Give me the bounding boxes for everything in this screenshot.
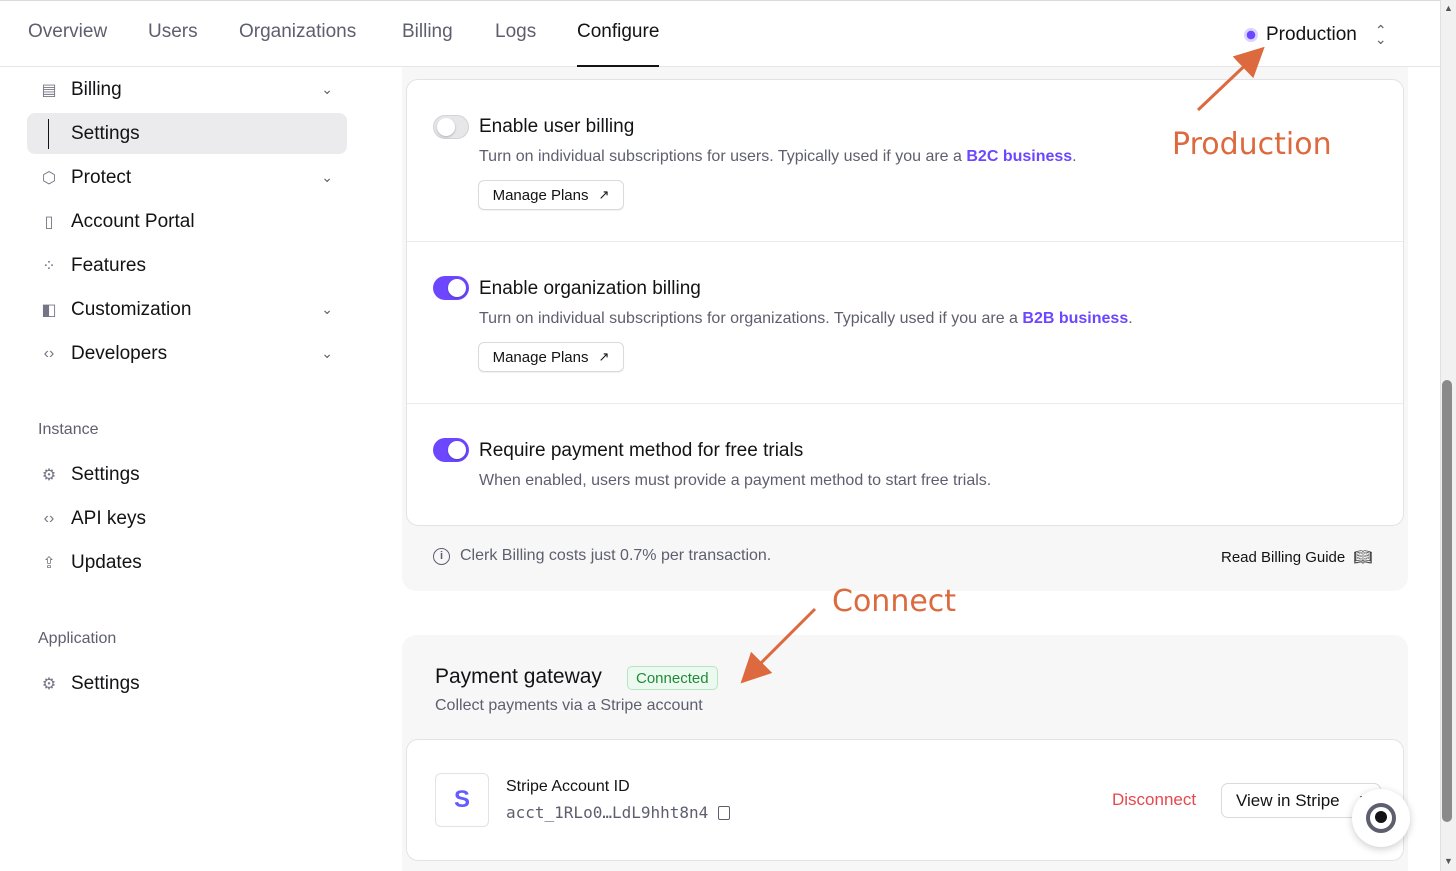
tab-billing[interactable]: Billing [402, 21, 453, 67]
instance-heading: Instance [38, 421, 99, 438]
read-billing-guide-link[interactable]: Read Billing Guide 📖︎ [1221, 548, 1373, 567]
sidebar-item-label: Updates [71, 551, 142, 573]
upload-icon: ⇪ [42, 554, 56, 572]
manage-plans-organization-button[interactable]: Manage Plans ↗ [478, 342, 624, 372]
disconnect-button[interactable]: Disconnect [1112, 790, 1196, 810]
stripe-account-label: Stripe Account ID [506, 778, 630, 795]
connect-annotation: Connect [832, 584, 957, 619]
organization-billing-row: Enable organization billing Turn on indi… [407, 242, 1403, 404]
palette-icon: ◧ [41, 301, 57, 319]
status-badge: Connected [627, 666, 718, 690]
b2c-business-link[interactable]: B2C business [966, 148, 1072, 165]
sidebar-item-label: Features [71, 254, 146, 276]
environment-dot-icon [1244, 28, 1258, 42]
chevron-up-down-icon: ⌃ ⌄ [1374, 22, 1387, 47]
user-billing-description: Turn on individual subscriptions for use… [479, 148, 1077, 165]
sidebar-item-label: API keys [71, 507, 146, 529]
sidebar-item-label: Settings [71, 672, 140, 694]
chevron-down-icon: ⌄ [321, 81, 333, 97]
manage-plans-user-button[interactable]: Manage Plans ↗ [478, 180, 624, 210]
code-icon: ‹› [43, 509, 55, 527]
application-heading: Application [38, 630, 117, 647]
stripe-logo-icon: S [435, 773, 489, 827]
shield-icon: ⬡ [42, 169, 56, 187]
sidebar-item-account-portal[interactable]: ▯ Account Portal [27, 201, 347, 242]
billing-icon: ▤ [41, 81, 57, 99]
tab-overview[interactable]: Overview [28, 21, 107, 67]
free-trial-payment-toggle[interactable] [433, 438, 469, 462]
top-navigation: Overview Users Organizations Billing Log… [0, 0, 1440, 67]
sidebar-item-instance-settings[interactable]: ⚙ Settings [27, 454, 347, 495]
clerk-logo-icon [1366, 803, 1396, 833]
book-icon: 📖︎ [1353, 549, 1373, 566]
sidebar-item-customization[interactable]: ◧ Customization ⌄ [27, 289, 347, 330]
selection-indicator [48, 118, 49, 149]
chevron-down-icon: ⌄ [321, 345, 333, 361]
external-link-icon: ↗ [598, 187, 610, 202]
sidebar-item-billing[interactable]: ▤ Billing ⌄ [27, 69, 347, 110]
sidebar-item-label: Billing [71, 78, 122, 100]
copy-icon[interactable] [718, 805, 731, 820]
free-trial-payment-title: Require payment method for free trials [479, 440, 804, 461]
chevron-down-icon: ⌄ [321, 301, 333, 317]
user-billing-title: Enable user billing [479, 116, 635, 137]
chevron-down-icon: ⌄ [321, 169, 333, 185]
organization-billing-toggle[interactable] [433, 276, 469, 300]
user-billing-toggle[interactable] [433, 115, 469, 139]
production-annotation: Production [1172, 127, 1332, 162]
sidebar-item-label: Customization [71, 298, 192, 320]
tab-logs[interactable]: Logs [495, 21, 536, 67]
payment-gateway-subtitle: Collect payments via a Stripe account [435, 697, 703, 714]
sidebar-item-updates[interactable]: ⇪ Updates [27, 542, 347, 583]
info-icon: i [433, 547, 450, 565]
billing-cost-note: i Clerk Billing costs just 0.7% per tran… [433, 547, 771, 565]
sidebar-item-api-keys[interactable]: ‹› API keys [27, 498, 347, 539]
sidebar-item-label: Protect [71, 166, 132, 188]
organization-billing-description: Turn on individual subscriptions for org… [479, 310, 1133, 327]
free-trial-payment-description: When enabled, users must provide a payme… [479, 472, 992, 489]
environment-label: Production [1266, 24, 1357, 45]
door-icon: ▯ [44, 213, 54, 231]
gear-icon: ⚙ [41, 466, 57, 484]
sidebar-item-label: Settings [71, 463, 140, 485]
help-widget-button[interactable] [1352, 789, 1410, 847]
scroll-down-arrow-icon[interactable]: ▼ [1444, 856, 1453, 866]
scrollbar-thumb[interactable] [1442, 380, 1452, 822]
payment-gateway-title: Payment gateway [435, 665, 602, 688]
b2b-business-link[interactable]: B2B business [1022, 310, 1128, 327]
scroll-up-arrow-icon[interactable]: ▲ [1444, 3, 1453, 13]
stripe-account-id: acct_1RLo0…LdL9hht8n4 [506, 803, 731, 822]
organization-billing-title: Enable organization billing [479, 278, 701, 299]
sidebar-item-label: Developers [71, 342, 168, 364]
tab-users[interactable]: Users [148, 21, 198, 67]
tab-configure[interactable]: Configure [577, 21, 660, 67]
sidebar-item-application-settings[interactable]: ⚙ Settings [27, 663, 347, 704]
environment-switcher[interactable]: Production ⌃ ⌄ [1244, 21, 1387, 49]
sidebar-item-label: Settings [71, 122, 140, 144]
sidebar-item-label: Account Portal [71, 210, 195, 232]
free-trial-payment-row: Require payment method for free trials W… [407, 404, 1403, 526]
sidebar-item-protect[interactable]: ⬡ Protect ⌄ [27, 157, 347, 198]
sidebar-item-features[interactable]: ⁘ Features [27, 245, 347, 286]
grid-icon: ⁘ [42, 257, 56, 275]
gear-icon: ⚙ [41, 675, 57, 693]
code-icon: ‹› [43, 344, 55, 362]
external-link-icon: ↗ [598, 349, 610, 364]
sidebar-item-billing-settings[interactable]: Settings [27, 113, 347, 154]
sidebar-item-developers[interactable]: ‹› Developers ⌄ [27, 333, 347, 374]
tab-organizations[interactable]: Organizations [239, 21, 356, 67]
